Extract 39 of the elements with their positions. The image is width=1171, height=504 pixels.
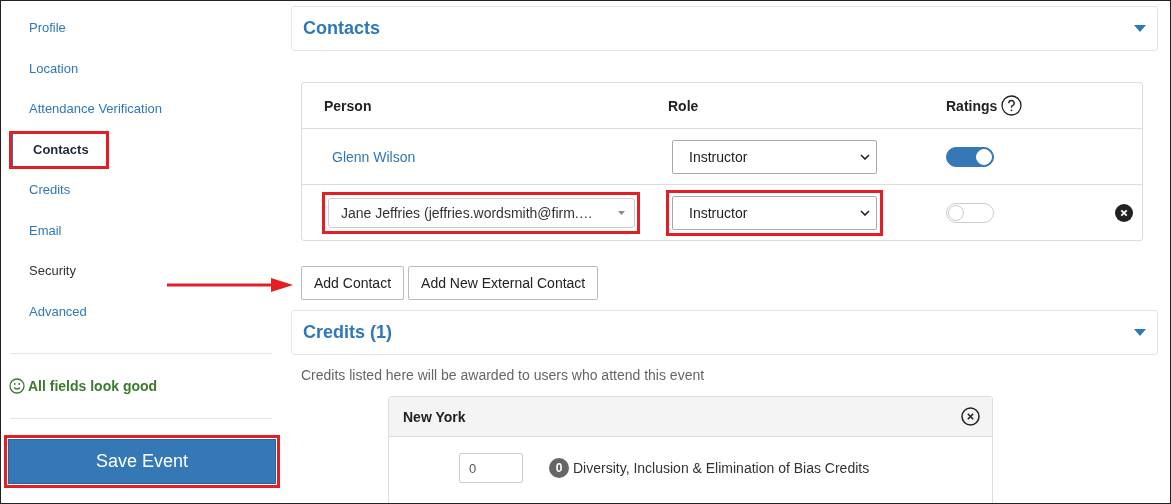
section-header[interactable]: Credits (1) [291, 310, 1158, 355]
credit-label: Diversity, Inclusion & Elimination of Bias Credits [573, 460, 870, 476]
sidebar-item[interactable]: Credits [9, 171, 71, 210]
sidebar-item[interactable]: Attendance Verification [9, 90, 162, 129]
credit-input[interactable]: 0 [459, 453, 523, 483]
column-header: Person [324, 97, 372, 114]
sidebar-item[interactable]: Contacts [9, 130, 109, 169]
chevron-icon [860, 153, 870, 160]
remove-icon[interactable] [1115, 203, 1133, 222]
column-header: Ratings [946, 97, 998, 114]
sidebar-item[interactable]: Profile [9, 9, 66, 48]
role-select[interactable]: Instructor [672, 139, 877, 174]
credit-badge: 0 [549, 458, 569, 478]
section-title: Credits (1) [303, 322, 392, 343]
sidebar-item[interactable]: Location [9, 49, 79, 88]
section-header[interactable]: Contacts [291, 6, 1158, 51]
help-icon[interactable] [1001, 95, 1023, 116]
add-button[interactable]: Add Contact [301, 266, 405, 300]
section-title: Contacts [303, 18, 380, 39]
caret-icon [1134, 329, 1146, 336]
column-header: Role [668, 97, 699, 114]
status-text: All fields look good [28, 378, 158, 394]
ratings-toggle[interactable] [946, 202, 994, 223]
role-select[interactable]: Instructor [672, 195, 877, 230]
caret-icon [1134, 25, 1146, 32]
person-select[interactable]: Jane Jeffries (jeffries.wordsmith@firm.… [328, 197, 635, 228]
smiley-icon [9, 378, 25, 394]
person-link[interactable]: Glenn Wilson [322, 148, 416, 165]
add-button[interactable]: Add New External Contact [408, 266, 599, 300]
description-text: Credits listed here will be awarded to users who attend this event [301, 367, 706, 383]
sidebar-item[interactable]: Email [9, 211, 62, 250]
ratings-toggle[interactable] [946, 146, 994, 167]
region-title: New York [403, 408, 466, 425]
chevron-icon [860, 209, 870, 216]
close-icon[interactable] [961, 407, 980, 426]
sidebar-item[interactable]: Advanced [9, 292, 87, 331]
save-button[interactable]: Save Event [8, 439, 276, 484]
caret-icon [618, 210, 625, 215]
sidebar-item[interactable]: Security [9, 252, 76, 291]
